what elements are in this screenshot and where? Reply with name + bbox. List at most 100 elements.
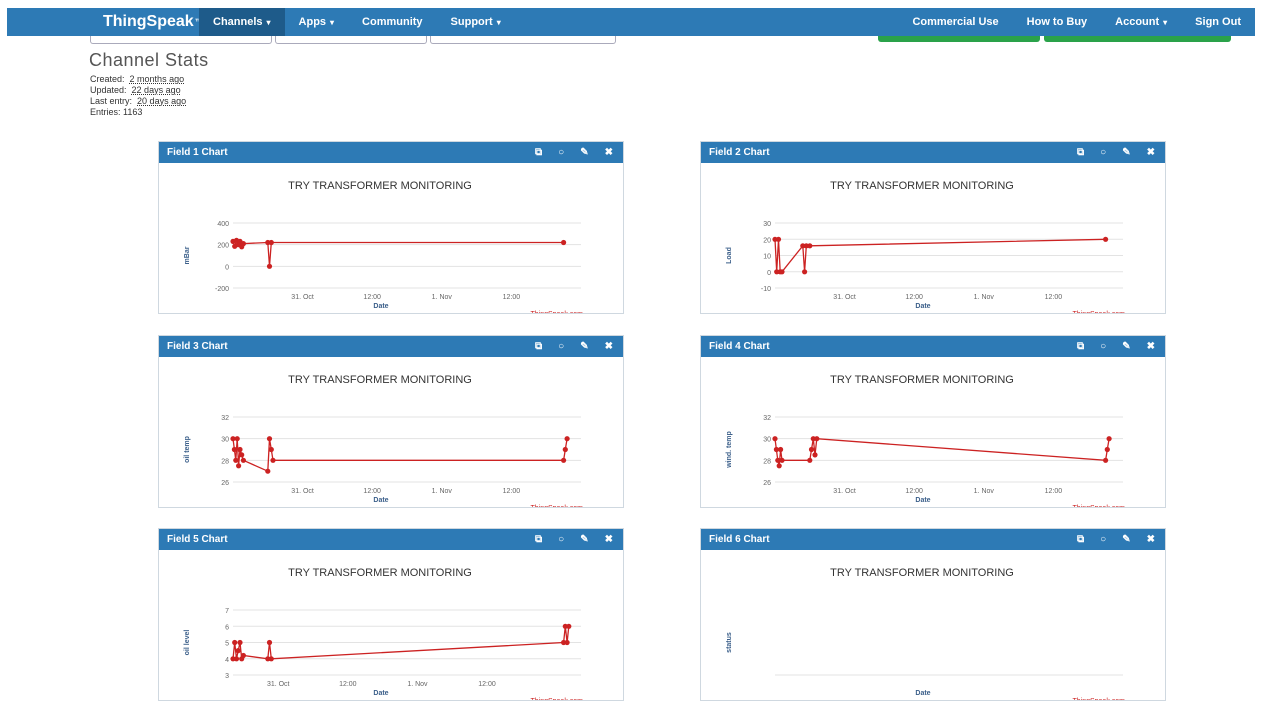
- x-tick-label: 1. Nov: [432, 294, 453, 301]
- stat-last-entry-value: 20 days ago: [137, 96, 187, 106]
- nav-label: Commercial Use: [912, 16, 999, 28]
- external-link-icon[interactable]: ⧉: [535, 147, 542, 158]
- external-link-icon[interactable]: ⧉: [1077, 147, 1084, 158]
- data-point: [234, 436, 240, 442]
- comment-icon[interactable]: ○: [558, 534, 564, 545]
- panel-header: Field 5 Chart ⧉ ○ ✎ ✖: [159, 529, 623, 550]
- chart-area: TRY TRANSFORMER MONITORING -200 0 200 400 31.…: [159, 163, 623, 313]
- panel-toolbar: ⧉ ○ ✎ ✖: [519, 142, 613, 163]
- data-point: [1103, 236, 1109, 242]
- x-tick-label: 31. Oct: [267, 681, 290, 688]
- data-point: [239, 452, 245, 458]
- data-point: [779, 269, 785, 275]
- y-tick-label: 5: [225, 641, 229, 648]
- edit-pencil-icon[interactable]: ✎: [580, 534, 588, 545]
- field-chart-panel: Field 6 Chart ⧉ ○ ✎ ✖ TRY TRANSFORMER MONITOR…: [700, 528, 1166, 701]
- x-tick-label: 31. Oct: [833, 488, 856, 495]
- brand-logo[interactable]: ThingSpeak™: [7, 13, 204, 31]
- field-chart-panel: Field 5 Chart ⧉ ○ ✎ ✖ TRY TRANSFORMER MONITOR…: [158, 528, 624, 701]
- y-tick-label: -200: [215, 286, 229, 293]
- data-point: [1104, 446, 1110, 453]
- y-tick-label: 4: [225, 657, 229, 664]
- nav-label: Community: [362, 16, 423, 28]
- data-point: [807, 457, 813, 463]
- data-point: [240, 241, 246, 247]
- y-tick-label: 7: [225, 608, 229, 615]
- edit-pencil-icon[interactable]: ✎: [1122, 341, 1130, 352]
- chart-title: TRY TRANSFORMER MONITORING: [288, 567, 472, 579]
- edit-pencil-icon[interactable]: ✎: [580, 147, 588, 158]
- close-icon[interactable]: ✖: [1147, 534, 1155, 545]
- line-chart: TRY TRANSFORMER MONITORING 26 28 30 32 31. Oc…: [184, 374, 583, 507]
- data-point: [776, 463, 782, 469]
- nav-commercial-use[interactable]: Commercial Use: [898, 8, 1012, 36]
- x-tick-label: 1. Nov: [974, 294, 995, 301]
- nav-sign-out[interactable]: Sign Out: [1181, 8, 1255, 36]
- chart-title: TRY TRANSFORMER MONITORING: [830, 180, 1014, 192]
- panel-title: Field 3 Chart: [167, 341, 228, 352]
- channel-action-button-2[interactable]: [275, 36, 427, 44]
- caret-down-icon: ▾: [266, 17, 271, 27]
- field-chart-panel: Field 3 Chart ⧉ ○ ✎ ✖ TRY TRANSFORMER MONITOR…: [158, 335, 624, 508]
- comment-icon[interactable]: ○: [1100, 147, 1106, 158]
- thingspeak-credit: ThingSpeak.com: [530, 311, 583, 313]
- comment-icon[interactable]: ○: [1100, 534, 1106, 545]
- close-icon[interactable]: ✖: [1147, 341, 1155, 352]
- close-icon[interactable]: ✖: [1147, 147, 1155, 158]
- external-link-icon[interactable]: ⧉: [535, 341, 542, 352]
- nav-apps[interactable]: Apps ▾: [285, 8, 349, 36]
- data-point: [1106, 436, 1112, 442]
- x-tick-label: 12:00: [503, 294, 521, 301]
- channel-action-button-3[interactable]: [430, 36, 616, 44]
- y-tick-label: 3: [225, 673, 229, 680]
- y-tick-label: 30: [763, 437, 771, 444]
- thingspeak-credit: ThingSpeak.com: [1072, 311, 1125, 313]
- edit-pencil-icon[interactable]: ✎: [1122, 534, 1130, 545]
- external-link-icon[interactable]: ⧉: [535, 534, 542, 545]
- panel-title: Field 5 Chart: [167, 534, 228, 545]
- field-chart-panel: Field 4 Chart ⧉ ○ ✎ ✖ TRY TRANSFORMER MONITOR…: [700, 335, 1166, 508]
- caret-down-icon: ▾: [330, 17, 335, 27]
- nav-account[interactable]: Account ▾: [1101, 8, 1181, 36]
- data-point: [233, 457, 239, 463]
- external-link-icon[interactable]: ⧉: [1077, 534, 1084, 545]
- green-action-button-1[interactable]: [878, 36, 1040, 42]
- data-point: [270, 457, 276, 463]
- data-point: [808, 446, 815, 453]
- close-icon[interactable]: ✖: [605, 147, 613, 158]
- edit-pencil-icon[interactable]: ✎: [1122, 147, 1130, 158]
- data-point: [807, 243, 813, 249]
- channel-stats: Created: 2 months ago Updated: 22 days a…: [90, 74, 186, 118]
- x-axis-label: Date: [915, 690, 930, 697]
- close-icon[interactable]: ✖: [605, 341, 613, 352]
- data-point: [268, 656, 274, 662]
- data-point: [235, 648, 241, 654]
- comment-icon[interactable]: ○: [558, 147, 564, 158]
- channel-action-button-1[interactable]: [90, 36, 272, 44]
- panel-title: Field 4 Chart: [709, 341, 770, 352]
- nav-community[interactable]: Community: [348, 8, 437, 36]
- thingspeak-credit: ThingSpeak.com: [530, 505, 583, 507]
- nav-label: Channels: [213, 16, 263, 28]
- nav-how-to-buy[interactable]: How to Buy: [1013, 8, 1102, 36]
- y-tick-label: -10: [761, 286, 771, 293]
- line-chart: TRY TRANSFORMER MONITORING 26 28 30 32 31. Oc…: [726, 374, 1125, 507]
- external-link-icon[interactable]: ⧉: [1077, 341, 1084, 352]
- x-tick-label: 31. Oct: [291, 294, 314, 301]
- y-tick-label: 0: [767, 270, 771, 277]
- comment-icon[interactable]: ○: [1100, 341, 1106, 352]
- stat-created-value: 2 months ago: [129, 74, 185, 84]
- data-point: [775, 236, 782, 242]
- x-tick-label: 12:00: [363, 488, 381, 495]
- green-action-button-2[interactable]: [1044, 36, 1231, 42]
- series-line: [774, 438, 1110, 466]
- comment-icon[interactable]: ○: [558, 341, 564, 352]
- nav-channels[interactable]: Channels ▾: [199, 8, 285, 36]
- caret-down-icon: ▾: [1163, 17, 1168, 27]
- chart-area: TRY TRANSFORMER MONITORING 26 28 30 32 31. Oc…: [159, 357, 623, 507]
- x-tick-label: 12:00: [339, 681, 357, 688]
- close-icon[interactable]: ✖: [605, 534, 613, 545]
- edit-pencil-icon[interactable]: ✎: [580, 341, 588, 352]
- data-point: [233, 656, 240, 662]
- nav-support[interactable]: Support ▾: [437, 8, 515, 36]
